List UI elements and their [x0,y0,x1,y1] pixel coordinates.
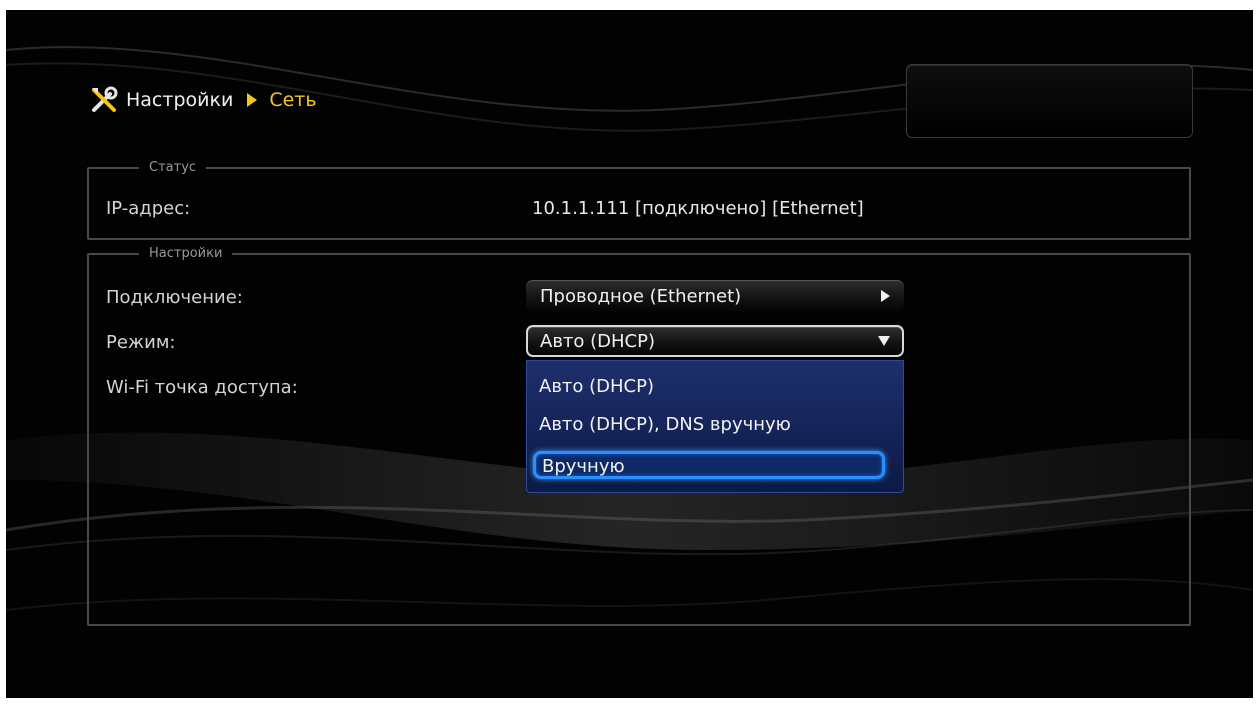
ip-label: IP-адрес: [106,198,191,219]
connection-select[interactable]: Проводное (Ethernet) [526,280,904,312]
mode-select[interactable]: Авто (DHCP) [526,325,904,357]
breadcrumb-current: Сеть [269,89,317,111]
status-legend: Статус [149,160,197,175]
settings-legend: Настройки [149,246,223,261]
mode-dropdown: Авто (DHCP) Авто (DHCP), DNS вручную Вру… [526,360,904,493]
breadcrumb-root: Настройки [126,89,234,111]
breadcrumb: Настройки Сеть [90,84,317,116]
mode-option-auto-dhcp-manual-dns[interactable]: Авто (DHCP), DNS вручную [539,414,791,435]
mode-option-manual[interactable]: Вручную [533,451,885,479]
mode-option-auto-dhcp[interactable]: Авто (DHCP) [539,376,654,397]
mode-label: Режим: [106,332,176,353]
ip-value: 10.1.1.111 [подключено] [Ethernet] [532,198,864,219]
info-box [906,64,1193,138]
tv-screen: Настройки Сеть Статус IP-адрес: 10.1.1.1… [6,10,1253,698]
wifi-label: Wi-Fi точка доступа: [106,377,298,398]
triangle-right-icon [247,93,258,107]
arrow-right-icon [881,290,890,302]
connection-label: Подключение: [106,287,243,308]
mode-value: Авто (DHCP) [540,330,656,352]
arrow-down-icon [878,336,890,346]
connection-value: Проводное (Ethernet) [540,285,742,307]
tools-icon [92,86,118,112]
